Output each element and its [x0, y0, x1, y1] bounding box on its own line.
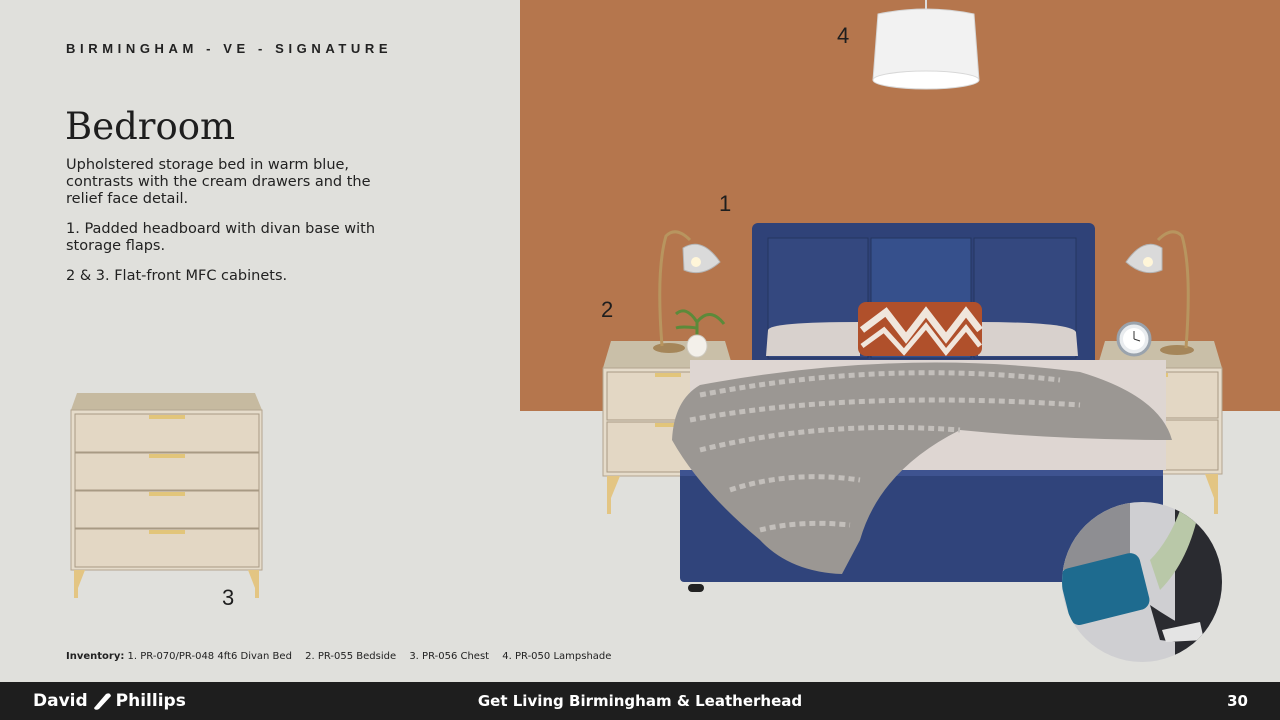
furniture-illustration	[70, 0, 1223, 662]
marker-3: 3	[222, 585, 235, 610]
footer-project-title: Get Living Birmingham & Leatherhead	[477, 692, 803, 710]
inventory-item: 2. PR-055 Bedside	[305, 651, 397, 662]
page-number: 30	[1227, 692, 1248, 710]
footer-bar: David Phillips Get Living Birmingham & L…	[0, 682, 1280, 720]
marker-4: 4	[837, 23, 850, 48]
inventory-item: 3. PR-056 Chest	[409, 651, 490, 662]
inventory-label: Inventory:	[66, 651, 125, 662]
inventory-item: 4. PR-050 Lampshade	[502, 651, 612, 662]
pendant-lampshade-image	[872, 0, 980, 90]
slide: BIRMINGHAM - VE - SIGNATURE Bedroom Upho…	[0, 0, 1280, 720]
inventory-line: Inventory: 1. PR-070/PR-048 4ft6 Divan B…	[66, 651, 621, 662]
marker-1: 1	[719, 191, 732, 216]
inventory-item: 1. PR-070/PR-048 4ft6 Divan Bed	[127, 651, 292, 662]
chest-of-drawers-image	[70, 393, 263, 598]
marker-2: 2	[601, 297, 614, 322]
